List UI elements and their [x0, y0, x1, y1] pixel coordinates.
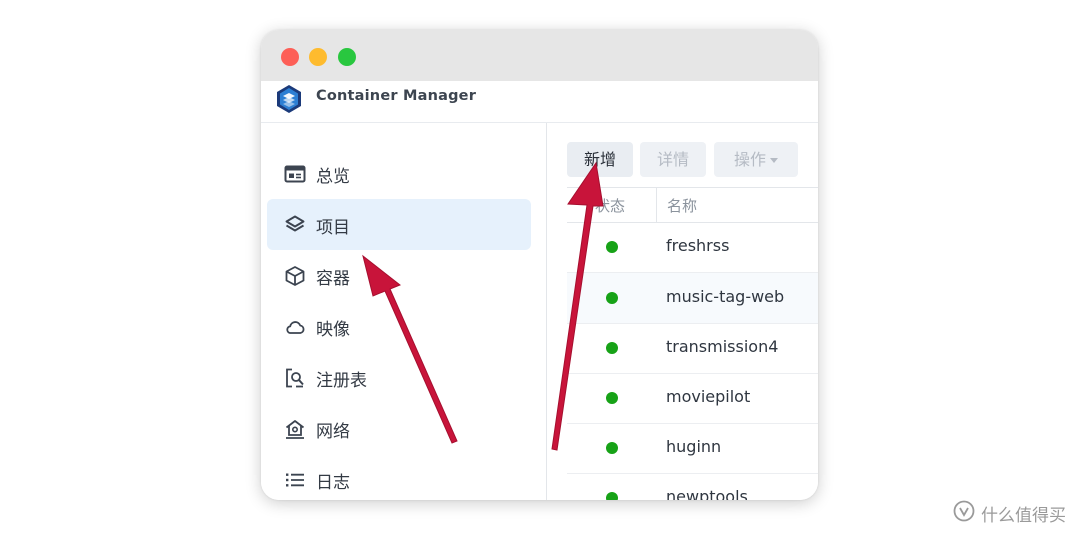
annotation-arrows	[362, 161, 604, 451]
annotation-arrow-add-button	[551, 161, 604, 451]
smzdm-logo-icon	[953, 500, 975, 522]
watermark-text: 什么值得买	[981, 506, 1066, 526]
annotation-arrow-projects	[362, 254, 458, 444]
